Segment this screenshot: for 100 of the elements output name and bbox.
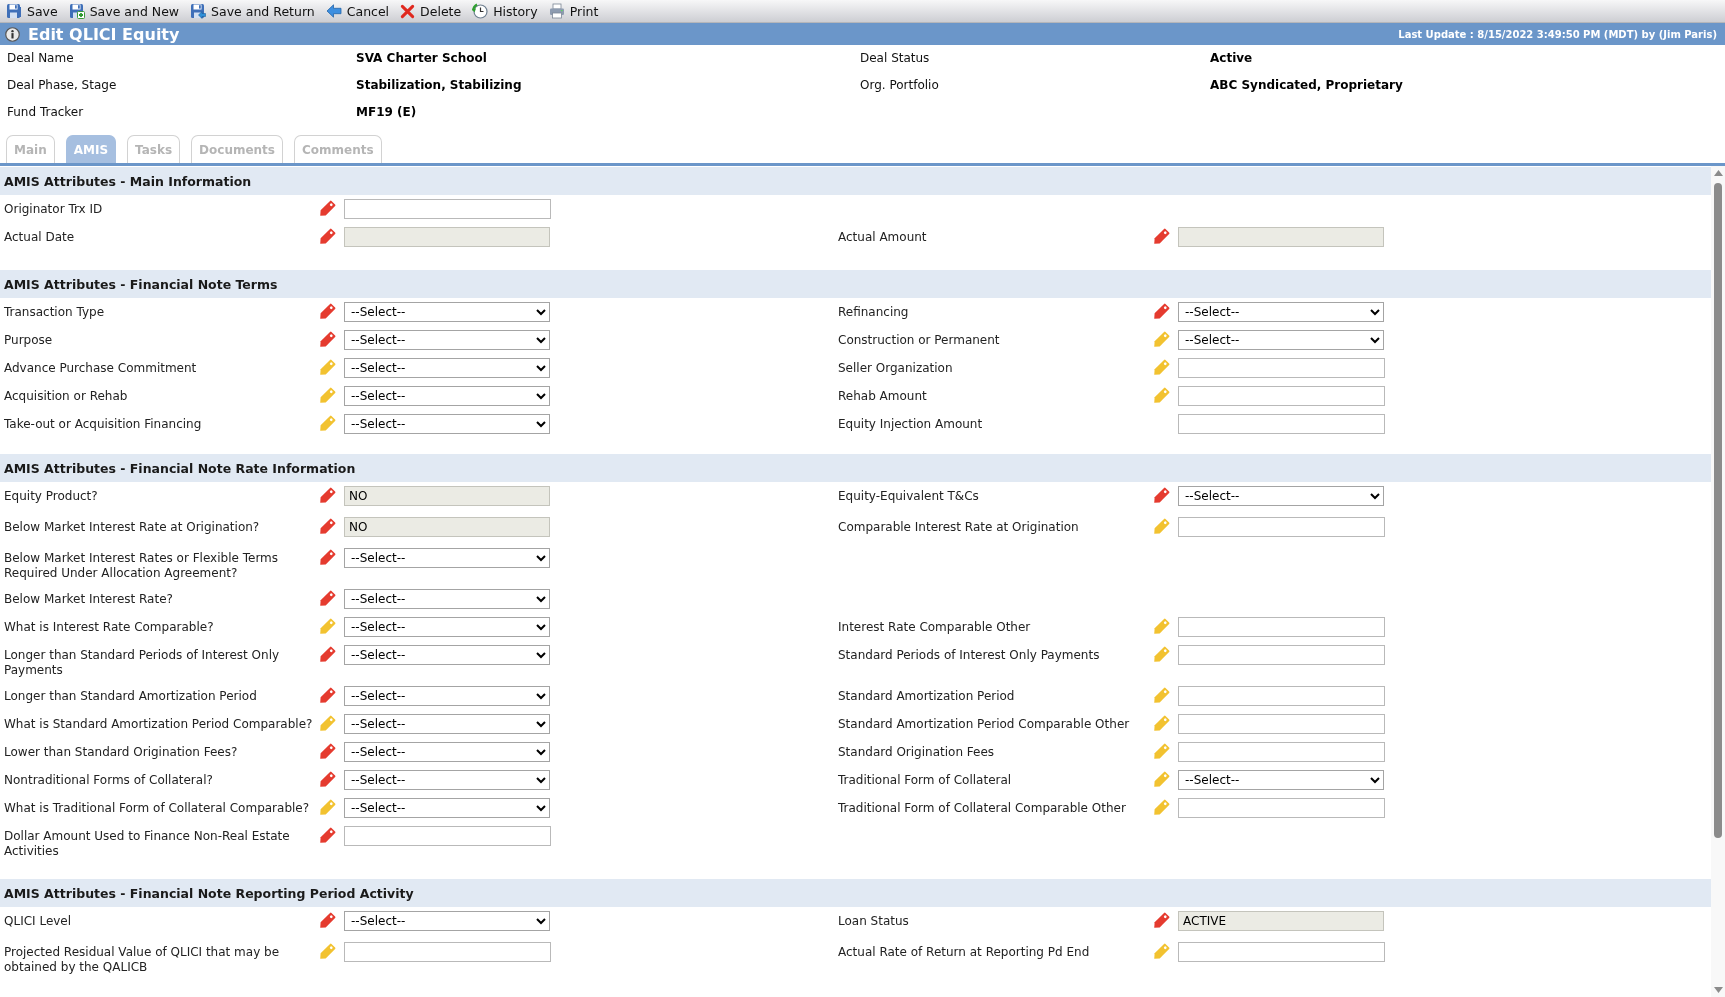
field-label: Projected Residual Value of QLICI that may be obtained by the QALICB: [4, 945, 281, 975]
field-label: Traditional Form of Collateral: [838, 773, 1012, 788]
select-field[interactable]: --Select--: [344, 548, 550, 568]
text-field[interactable]: [1178, 386, 1385, 406]
info-value: ABC Syndicated, Proprietary: [1210, 77, 1403, 92]
save-new-button[interactable]: Save and New: [64, 0, 184, 22]
select-field[interactable]: --Select--: [344, 358, 550, 378]
info-label: Fund Tracker: [7, 104, 84, 119]
text-field[interactable]: [1178, 742, 1385, 762]
x-mark-icon: [400, 3, 416, 19]
field-label: Advance Purchase Commitment: [4, 361, 197, 376]
field-label: Actual Rate of Return at Reporting Pd End: [838, 945, 1090, 960]
select-field[interactable]: --Select--: [344, 414, 550, 434]
scrollbar-thumb[interactable]: [1714, 183, 1722, 838]
field-label: Loan Status: [838, 914, 909, 929]
left-arrow-icon: [325, 4, 342, 18]
select-field[interactable]: --Select--: [344, 686, 550, 706]
field-label: Rehab Amount: [838, 389, 927, 404]
text-field[interactable]: [1178, 686, 1385, 706]
field-label: Dollar Amount Used to Finance Non-Real Estate Activities: [4, 829, 291, 859]
save-return-button[interactable]: Save and Return: [186, 0, 319, 22]
select-field[interactable]: --Select--: [344, 330, 550, 350]
readonly-field[interactable]: NO: [344, 486, 550, 506]
field-label: Seller Organization: [838, 361, 953, 376]
field-label: Standard Amortization Period Comparable Other: [838, 717, 1130, 732]
text-field[interactable]: [1178, 358, 1385, 378]
scroll-down-icon[interactable]: [1713, 987, 1723, 993]
field-label: Take-out or Acquisition Financing: [4, 417, 202, 432]
field-label: Traditional Form of Collateral Comparable Other: [838, 801, 1126, 816]
text-field[interactable]: [344, 826, 551, 846]
section-header: AMIS Attributes - Main Information: [0, 167, 1711, 195]
select-field[interactable]: --Select--: [1178, 302, 1384, 322]
field-label: Originator Trx ID: [4, 202, 103, 217]
readonly-field[interactable]: NO: [344, 517, 550, 537]
field-label: What is Traditional Form of Collateral Comparable?: [4, 801, 310, 816]
history-button[interactable]: History: [468, 0, 542, 22]
scrollbar[interactable]: [1711, 166, 1725, 997]
field-label: Refinancing: [838, 305, 909, 320]
readonly-field[interactable]: [1178, 227, 1384, 247]
field-label: Interest Rate Comparable Other: [838, 620, 1031, 635]
scroll-up-icon[interactable]: [1713, 170, 1723, 176]
readonly-field[interactable]: [344, 227, 550, 247]
cancel-button[interactable]: Cancel: [321, 0, 394, 22]
readonly-field[interactable]: ACTIVE: [1178, 911, 1384, 931]
info-value: Active: [1210, 50, 1253, 65]
info-label: Deal Phase, Stage: [7, 77, 117, 92]
select-field[interactable]: --Select--: [344, 798, 550, 818]
field-label: Below Market Interest Rate?: [4, 592, 173, 607]
info-label: Deal Status: [860, 50, 930, 65]
info-value: MF19 (E): [356, 104, 417, 119]
select-field[interactable]: --Select--: [344, 742, 550, 762]
text-field[interactable]: [1178, 517, 1385, 537]
select-field[interactable]: --Select--: [344, 645, 550, 665]
field-label: Actual Amount: [838, 230, 927, 245]
field-label: Below Market Interest Rate at Origination?: [4, 520, 260, 535]
text-field[interactable]: [344, 199, 551, 219]
select-field[interactable]: --Select--: [344, 911, 550, 931]
last-update-text: Last Update : 8/15/2022 3:49:50 PM (MDT) by (Jim Paris): [1398, 28, 1717, 40]
field-label: QLICI Level: [4, 914, 72, 929]
field-label: What is Interest Rate Comparable?: [4, 620, 214, 635]
info-icon: [5, 26, 20, 42]
section-header: AMIS Attributes - Financial Note Reporting Period Activity: [0, 879, 1711, 907]
text-field[interactable]: [1178, 942, 1385, 962]
field-label: Equity Injection Amount: [838, 417, 983, 432]
field-label: Construction or Permanent: [838, 333, 1000, 348]
field-label: Actual Date: [4, 230, 75, 245]
save-button[interactable]: Save: [2, 0, 62, 22]
page-title: Edit QLICI Equity: [28, 24, 180, 44]
select-field[interactable]: --Select--: [344, 617, 550, 637]
select-field[interactable]: --Select--: [344, 770, 550, 790]
field-label: Acquisition or Rehab: [4, 389, 128, 404]
text-field[interactable]: [344, 942, 551, 962]
select-field[interactable]: --Select--: [1178, 486, 1384, 506]
field-label: Equity Product?: [4, 489, 98, 504]
text-field[interactable]: [1178, 798, 1385, 818]
field-label: Comparable Interest Rate at Origination: [838, 520, 1079, 535]
field-label: Equity-Equivalent T&Cs: [838, 489, 979, 504]
field-label: Purpose: [4, 333, 53, 348]
field-label: Longer than Standard Amortization Period: [4, 689, 257, 704]
text-field[interactable]: [1178, 645, 1385, 665]
field-label: What is Standard Amortization Period Comparable?: [4, 717, 313, 732]
select-field[interactable]: --Select--: [1178, 330, 1384, 350]
select-field[interactable]: --Select--: [344, 589, 550, 609]
field-label: Transaction Type: [4, 305, 105, 320]
info-value: Stabilization, Stabilizing: [356, 77, 522, 92]
clock-icon: [472, 3, 489, 19]
select-field[interactable]: --Select--: [344, 714, 550, 734]
field-label: Standard Amortization Period: [838, 689, 1015, 704]
field-label: Longer than Standard Periods of Interest Only Payments: [4, 648, 281, 678]
delete-button[interactable]: Delete: [396, 0, 466, 22]
select-field[interactable]: --Select--: [344, 302, 550, 322]
print-button[interactable]: Print: [544, 0, 603, 22]
field-label: Lower than Standard Origination Fees?: [4, 745, 238, 760]
text-field[interactable]: [1178, 714, 1385, 734]
field-label: Standard Periods of Interest Only Payments: [838, 648, 1100, 663]
text-field[interactable]: [1178, 414, 1385, 434]
field-label: Standard Origination Fees: [838, 745, 995, 760]
select-field[interactable]: --Select--: [1178, 770, 1384, 790]
text-field[interactable]: [1178, 617, 1385, 637]
select-field[interactable]: --Select--: [344, 386, 550, 406]
